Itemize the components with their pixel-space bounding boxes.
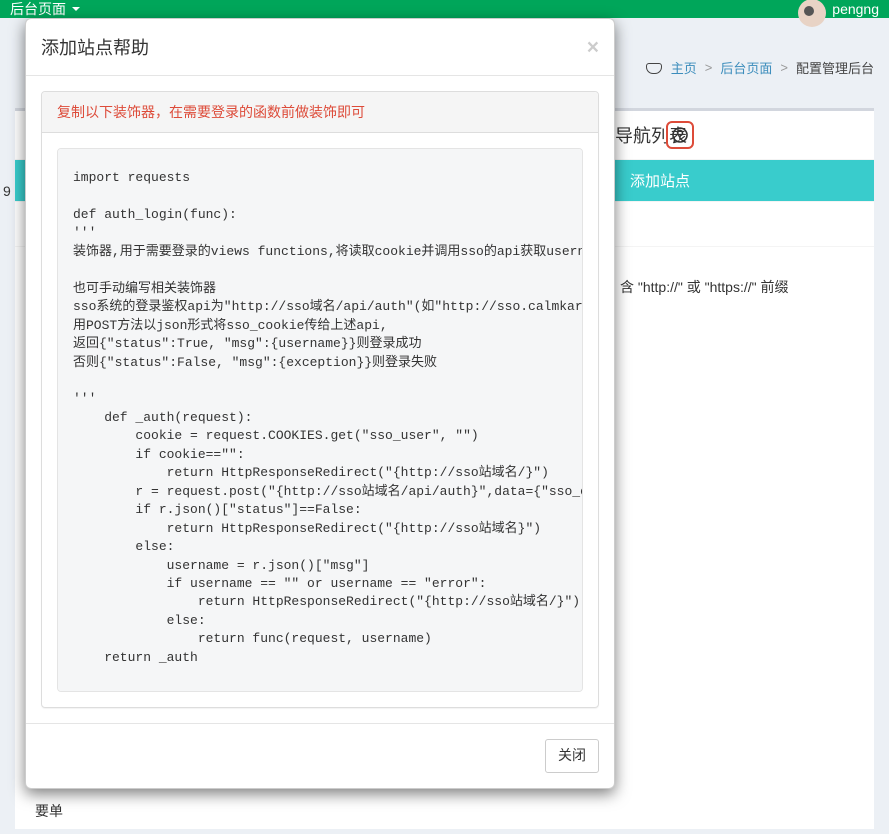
help-panel: 复制以下装饰器，在需要登录的函数前做装饰即可 import requests d… bbox=[41, 91, 599, 708]
modal-body: 复制以下装饰器，在需要登录的函数前做装饰即可 import requests d… bbox=[26, 76, 614, 723]
modal-footer: 关闭 bbox=[26, 723, 614, 788]
help-modal: 添加站点帮助 × 复制以下装饰器，在需要登录的函数前做装饰即可 import r… bbox=[25, 18, 615, 789]
close-icon[interactable]: × bbox=[587, 37, 599, 58]
close-button[interactable]: 关闭 bbox=[545, 739, 599, 773]
code-block[interactable]: import requests def auth_login(func): ''… bbox=[57, 148, 583, 692]
modal-title: 添加站点帮助 bbox=[41, 34, 149, 60]
panel-body: import requests def auth_login(func): ''… bbox=[42, 133, 598, 707]
panel-heading: 复制以下装饰器，在需要登录的函数前做装饰即可 bbox=[42, 92, 598, 133]
modal-header: 添加站点帮助 × bbox=[26, 19, 614, 76]
